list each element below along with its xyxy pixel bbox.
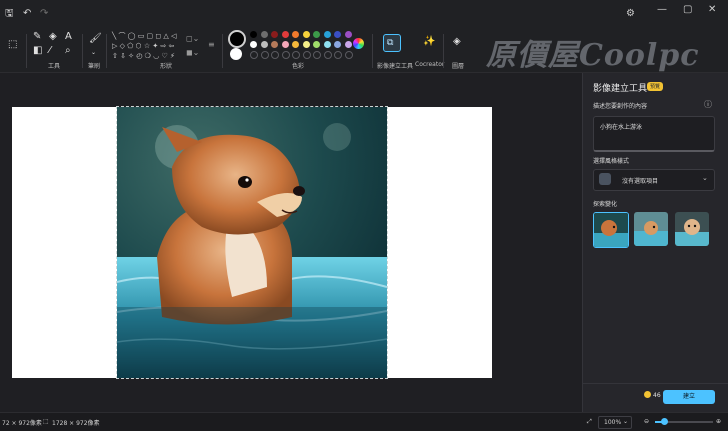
group-label-image-creator: 影像建立工具 bbox=[377, 63, 414, 70]
watermark-logo: 原價屋Coolpc bbox=[486, 38, 700, 73]
custom-color-slot[interactable] bbox=[292, 51, 300, 59]
save-icon[interactable]: 🖫 bbox=[5, 7, 14, 21]
style-select[interactable]: 沒有選取項目 ⌄ bbox=[593, 169, 715, 191]
color-picker-icon[interactable]: ⁄ bbox=[49, 46, 51, 56]
color-swatch[interactable] bbox=[271, 31, 278, 38]
color-swatch[interactable] bbox=[334, 41, 341, 48]
title-bar: 🖫 ↶ ↷ ⚙ — ▢ ✕ bbox=[0, 0, 728, 28]
variation-thumbnail-2[interactable] bbox=[634, 212, 668, 246]
secondary-color[interactable] bbox=[230, 48, 242, 60]
custom-color-slot[interactable] bbox=[334, 51, 342, 59]
variation-thumbnail-1[interactable] bbox=[593, 212, 629, 248]
text-icon[interactable]: A bbox=[65, 32, 72, 42]
primary-color[interactable] bbox=[228, 30, 246, 48]
color-swatch[interactable] bbox=[260, 31, 268, 38]
preview-badge: 預覽 bbox=[647, 82, 664, 91]
zoom-select[interactable]: 100% ⌄ bbox=[598, 416, 632, 429]
image-creator-button[interactable]: ⧉ bbox=[383, 34, 401, 52]
generated-image[interactable] bbox=[116, 106, 388, 379]
color-swatch[interactable] bbox=[313, 31, 320, 38]
info-icon[interactable]: ⓘ bbox=[704, 100, 712, 110]
explore-label: 探索變化 bbox=[593, 201, 618, 208]
cocreator-icon[interactable]: ✨ bbox=[423, 37, 435, 47]
close-icon[interactable]: ✕ bbox=[708, 4, 716, 15]
brush-dropdown-icon[interactable]: ⌄ bbox=[91, 48, 96, 58]
zoom-value: 100% bbox=[604, 419, 622, 426]
edit-colors-icon[interactable] bbox=[353, 38, 364, 49]
color-swatch[interactable] bbox=[281, 31, 289, 38]
custom-color-slot[interactable] bbox=[250, 51, 258, 59]
redo-icon[interactable]: ↷ bbox=[40, 7, 48, 21]
selection-size: 1728 × 972像素 bbox=[52, 420, 100, 427]
custom-color-slot[interactable] bbox=[323, 51, 332, 59]
color-swatch[interactable] bbox=[344, 41, 352, 48]
color-swatch[interactable] bbox=[302, 31, 310, 38]
fit-icon[interactable]: ⤢ bbox=[587, 418, 592, 426]
style-value: 沒有選取項目 bbox=[622, 178, 659, 185]
outline-icon[interactable]: ◻⌄ bbox=[186, 34, 199, 44]
group-label-cocreator: Cocreator bbox=[415, 61, 445, 68]
color-swatch[interactable] bbox=[250, 31, 257, 38]
zoom-in-icon[interactable]: ⊕ bbox=[716, 418, 721, 425]
status-bar: 72 × 972像素 ⬚ 1728 × 972像素 ⤢ 100% ⌄ ⊖ ⊕ bbox=[0, 412, 728, 431]
undo-icon[interactable]: ↶ bbox=[23, 7, 31, 21]
panel-title: 影像建立工具 bbox=[593, 84, 648, 94]
custom-color-slot[interactable] bbox=[302, 51, 311, 59]
variation-thumbnail-3[interactable] bbox=[675, 212, 709, 246]
create-button[interactable]: 建立 bbox=[663, 390, 715, 404]
image-creator-panel: 影像建立工具 預覽 描述您要創作的內容 ⓘ 小狗在水上游泳 選擇風格樣式 沒有選… bbox=[582, 73, 728, 412]
credits-icon bbox=[644, 391, 651, 398]
zoom-slider-thumb[interactable] bbox=[661, 418, 668, 425]
pencil-icon[interactable]: ✎ bbox=[33, 32, 41, 42]
group-label-tools: 工具 bbox=[48, 63, 61, 70]
layers-icon[interactable]: ◈ bbox=[453, 37, 461, 47]
chevron-down-icon: ⌄ bbox=[702, 174, 708, 182]
canvas-size: 72 × 972像素 bbox=[2, 420, 42, 427]
settings-icon[interactable]: ⚙ bbox=[626, 7, 635, 21]
custom-color-slot[interactable] bbox=[271, 51, 279, 59]
color-swatch[interactable] bbox=[260, 41, 268, 48]
stroke-size-icon[interactable]: ≡ bbox=[208, 40, 215, 50]
fill-icon[interactable]: ◈ bbox=[49, 32, 57, 42]
minimize-icon[interactable]: — bbox=[657, 4, 667, 15]
puppy-photo bbox=[117, 107, 387, 378]
zoom-out-icon[interactable]: ⊖ bbox=[644, 418, 649, 425]
custom-color-slot[interactable] bbox=[281, 51, 290, 59]
color-swatch[interactable] bbox=[281, 41, 289, 48]
color-swatch[interactable] bbox=[292, 41, 299, 48]
group-label-colors: 色彩 bbox=[292, 63, 305, 70]
custom-color-slot[interactable] bbox=[313, 51, 321, 59]
color-swatch[interactable] bbox=[292, 31, 299, 38]
prompt-label: 描述您要創作的內容 bbox=[593, 103, 648, 110]
color-swatch[interactable] bbox=[344, 31, 352, 38]
color-swatch[interactable] bbox=[313, 41, 320, 48]
brush-icon[interactable]: 🖌 bbox=[89, 34, 102, 44]
credits-count: 46 bbox=[653, 392, 661, 399]
color-swatch[interactable] bbox=[323, 41, 331, 48]
group-label-brushes: 筆刷 bbox=[88, 63, 101, 70]
magnifier-icon[interactable]: ⌕ bbox=[65, 46, 71, 56]
zoom-chevron-icon: ⌄ bbox=[623, 418, 629, 425]
style-thumbnail-icon bbox=[599, 173, 611, 185]
eraser-icon[interactable]: ◧ bbox=[33, 46, 42, 56]
selection-icon[interactable]: ⬚ bbox=[8, 40, 17, 50]
prompt-input[interactable]: 小狗在水上游泳 bbox=[593, 116, 715, 152]
color-swatch[interactable] bbox=[250, 41, 257, 48]
maximize-icon[interactable]: ▢ bbox=[683, 4, 692, 15]
style-label: 選擇風格樣式 bbox=[593, 158, 630, 165]
color-swatch[interactable] bbox=[334, 31, 341, 38]
group-label-layers: 圖層 bbox=[452, 63, 465, 70]
selection-icon-status: ⬚ bbox=[43, 418, 49, 425]
prompt-text: 小狗在水上游泳 bbox=[600, 124, 643, 131]
color-swatch[interactable] bbox=[302, 41, 310, 48]
custom-color-slot[interactable] bbox=[344, 51, 353, 59]
color-swatch[interactable] bbox=[271, 41, 278, 48]
image-creator-icon: ⧉ bbox=[387, 38, 394, 48]
canvas-area[interactable] bbox=[0, 73, 582, 412]
color-swatch[interactable] bbox=[323, 31, 331, 38]
custom-color-slot[interactable] bbox=[260, 51, 269, 59]
zoom-slider[interactable] bbox=[655, 418, 713, 425]
group-label-shapes: 形狀 bbox=[160, 63, 173, 70]
fill-style-icon[interactable]: ◼⌄ bbox=[186, 48, 199, 58]
